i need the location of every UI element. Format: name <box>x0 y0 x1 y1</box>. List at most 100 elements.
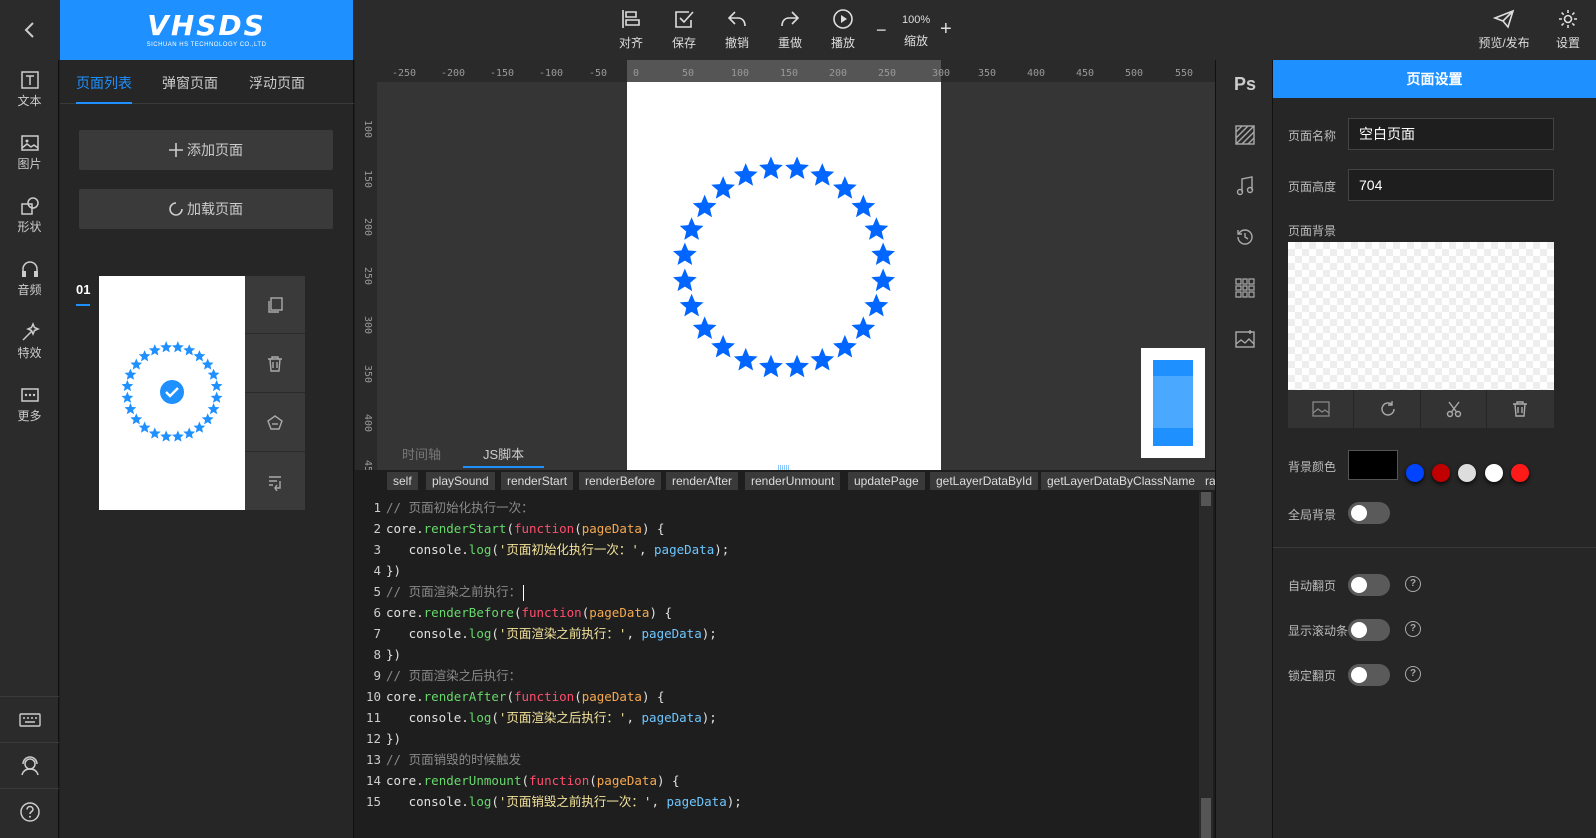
bg-color-picker[interactable] <box>1348 450 1398 480</box>
editor-scrollbar[interactable] <box>1199 492 1213 838</box>
help-button[interactable] <box>0 788 59 834</box>
play-button[interactable]: 播放 <box>818 8 868 51</box>
nav-image[interactable]: 图片 <box>0 133 59 172</box>
back-button[interactable] <box>0 0 60 60</box>
nav-effect[interactable]: 特效 <box>0 322 59 361</box>
star <box>711 334 736 358</box>
bg-upload-button[interactable] <box>1288 390 1354 428</box>
copy-page-button[interactable] <box>245 276 305 334</box>
lock-flip-toggle[interactable] <box>1348 664 1390 686</box>
nav-effect-label: 特效 <box>17 346 42 360</box>
ruler-label: -250 <box>392 68 417 79</box>
api-chip[interactable]: ra <box>1199 472 1215 490</box>
tab-js-script[interactable]: JS脚本 <box>462 444 545 468</box>
canvas-stage[interactable]: -250 -200 -150 -100 -50 0 50 100 150 200 250 300 350… <box>355 60 1215 470</box>
api-chip[interactable]: updatePage <box>848 472 925 490</box>
set-home-button[interactable] <box>245 394 305 452</box>
code-editor[interactable]: 1// 页面初始化执行一次： 2 core.renderStart(functio… <box>355 492 1215 838</box>
music-button[interactable] <box>1216 166 1274 206</box>
page-height-label: 页面高度 <box>1288 180 1337 194</box>
insert-page-button[interactable] <box>245 453 305 511</box>
ps-button[interactable]: Ps <box>1216 64 1274 104</box>
nav-text[interactable]: 文本 <box>0 70 59 109</box>
image-library-button[interactable] <box>1216 319 1274 359</box>
ruler-label: 300 <box>362 316 373 335</box>
tab-floating-pages[interactable]: 浮动页面 <box>249 73 305 93</box>
api-chip[interactable]: renderAfter <box>666 472 739 490</box>
api-chip[interactable]: renderBefore <box>579 472 662 490</box>
star <box>124 403 137 415</box>
tab-page-list[interactable]: 页面列表 <box>76 73 132 104</box>
ruler-label: 100 <box>731 68 750 79</box>
api-chip[interactable]: getLayerDataById <box>930 472 1039 490</box>
ruler-label: 0 <box>633 68 640 79</box>
scrollbar-thumb-top[interactable] <box>1201 492 1211 506</box>
add-page-button[interactable]: 添加页面 <box>79 130 333 170</box>
api-chip[interactable]: getLayerDataByClassName <box>1041 472 1202 490</box>
preview-publish-button[interactable]: 预览/发布 <box>1474 8 1534 51</box>
help-icon[interactable]: ? <box>1405 666 1421 682</box>
bg-crop-button[interactable] <box>1421 390 1487 428</box>
api-chip[interactable]: self <box>387 472 418 490</box>
color-swatch-dark-red[interactable] <box>1432 464 1450 482</box>
align-button[interactable]: 对齐 <box>606 8 656 51</box>
bg-color-label: 背景颜色 <box>1288 460 1337 474</box>
undo-button[interactable]: 撤销 <box>712 8 762 51</box>
zoom-out-button[interactable]: − <box>876 20 887 41</box>
ruler-label: -100 <box>539 68 564 79</box>
ruler-label: 400 <box>1027 68 1046 79</box>
star <box>871 268 896 292</box>
scrollbar-thumb[interactable] <box>1201 798 1211 838</box>
color-swatch-blue[interactable] <box>1406 464 1424 482</box>
stars-ring[interactable] <box>627 82 941 470</box>
page-height-input[interactable]: 704 <box>1348 169 1554 201</box>
nav-audio[interactable]: 音频 <box>0 259 59 298</box>
send-icon <box>1493 9 1515 29</box>
settings-button[interactable]: 设置 <box>1548 8 1588 51</box>
minimap-viewport[interactable] <box>1153 376 1193 428</box>
design-page[interactable] <box>627 82 941 470</box>
grid-button[interactable] <box>1216 268 1274 308</box>
delete-page-button[interactable] <box>245 335 305 393</box>
resize-handle[interactable] <box>777 458 791 470</box>
texture-button[interactable] <box>1216 115 1274 155</box>
history-button[interactable] <box>1216 217 1274 257</box>
support-button[interactable] <box>0 742 59 788</box>
logo-text: VHSDS <box>147 9 266 42</box>
bg-replace-button[interactable] <box>1355 390 1421 428</box>
ruler-label: 200 <box>362 218 373 237</box>
nav-shape[interactable]: 形状 <box>0 196 59 235</box>
help-icon[interactable]: ? <box>1405 621 1421 637</box>
star <box>130 358 143 370</box>
image-upload-icon <box>1311 401 1330 417</box>
page-name-input[interactable]: 空白页面 <box>1348 118 1554 150</box>
nav-more-label: 更多 <box>17 409 42 423</box>
tab-timeline[interactable]: 时间轴 <box>402 444 441 463</box>
zoom-in-button[interactable]: + <box>940 18 952 41</box>
load-page-button[interactable]: 加载页面 <box>79 189 333 229</box>
nav-more[interactable]: 更多 <box>0 385 59 424</box>
star <box>210 379 223 392</box>
save-button[interactable]: 保存 <box>659 8 709 51</box>
redo-button[interactable]: 重做 <box>765 8 815 51</box>
auto-flip-toggle[interactable] <box>1348 574 1390 596</box>
bg-delete-button[interactable] <box>1487 390 1553 428</box>
tab-popup-pages[interactable]: 弹窗页面 <box>162 73 218 93</box>
settings-label: 设置 <box>1555 36 1580 50</box>
star <box>160 430 173 442</box>
api-chip[interactable]: renderStart <box>501 472 574 490</box>
help-icon[interactable]: ? <box>1405 576 1421 592</box>
minimap[interactable] <box>1141 348 1205 458</box>
keyboard-button[interactable] <box>0 696 59 742</box>
background-preview[interactable] <box>1288 242 1554 390</box>
nav-text-label: 文本 <box>17 94 42 108</box>
show-scrollbar-toggle[interactable] <box>1348 619 1390 641</box>
api-chip[interactable]: renderUnmount <box>745 472 841 490</box>
color-swatch-white[interactable] <box>1485 464 1503 482</box>
color-swatch-red[interactable] <box>1511 464 1529 482</box>
global-bg-toggle[interactable] <box>1348 502 1390 524</box>
color-swatch-light-gray[interactable] <box>1458 464 1476 482</box>
page-thumbnail[interactable] <box>99 276 245 510</box>
api-chip[interactable]: playSound <box>426 472 495 490</box>
brand-logo: VHSDS SICHUAN HS TECHNOLOGY CO.,LTD <box>60 0 353 60</box>
